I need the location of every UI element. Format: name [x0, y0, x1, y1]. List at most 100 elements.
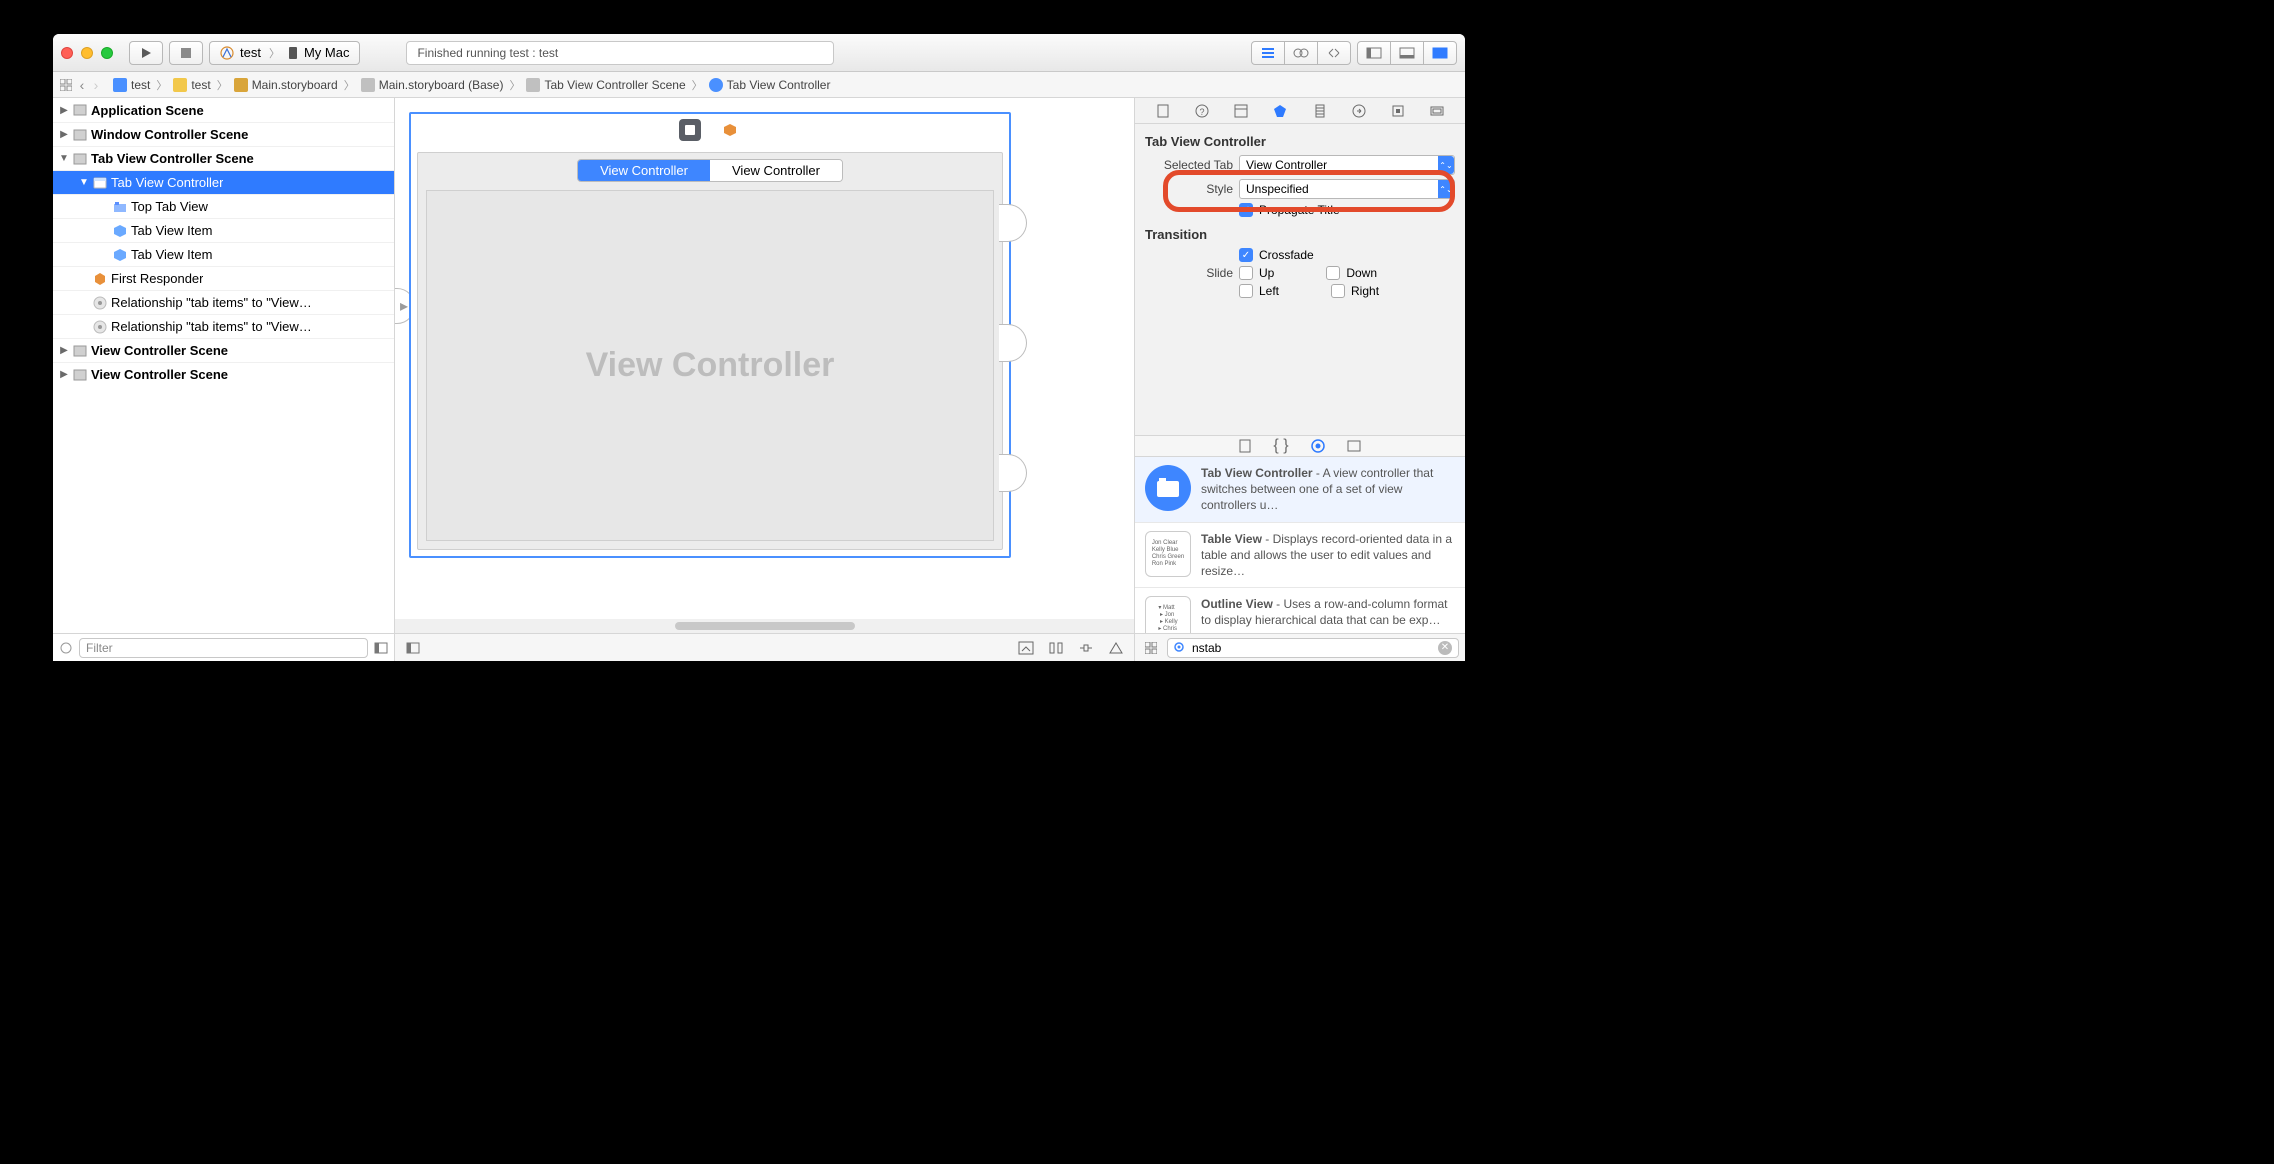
library-item[interactable]: Jon ClearKelly BlueChris GreenRon PinkTa…	[1135, 523, 1465, 589]
style-popup[interactable]: Unspecified⌃⌄	[1239, 179, 1455, 199]
tab-1[interactable]: View Controller	[710, 160, 842, 181]
view-controller-icon[interactable]	[679, 119, 701, 141]
stop-button[interactable]	[169, 41, 203, 65]
forward-button[interactable]: ›	[89, 78, 103, 92]
embed-in-button[interactable]	[1016, 639, 1036, 657]
crumb-controller[interactable]: Tab View Controller	[707, 78, 833, 92]
device-icon	[288, 46, 298, 60]
outline-row[interactable]: Top Tab View	[53, 194, 394, 218]
object-library-tab[interactable]	[1311, 439, 1325, 453]
outline-row[interactable]: Relationship "tab items" to "View…	[53, 290, 394, 314]
run-button[interactable]	[129, 41, 163, 65]
crumb-folder[interactable]: test	[171, 78, 212, 92]
first-responder-icon[interactable]	[719, 119, 741, 141]
outline-row[interactable]: Tab View Item	[53, 242, 394, 266]
activity-status: Finished running test : test	[406, 41, 833, 65]
connections-inspector-tab[interactable]	[1349, 102, 1369, 120]
toggle-utilities-button[interactable]	[1423, 41, 1457, 65]
slide-label: Slide	[1145, 266, 1233, 280]
xcode-window: test 〉 My Mac Finished running test : te…	[53, 34, 1465, 661]
file-template-tab[interactable]	[1239, 439, 1251, 453]
slide-right-checkbox[interactable]	[1331, 284, 1345, 298]
standard-editor-button[interactable]	[1251, 41, 1285, 65]
assistant-editor-button[interactable]	[1284, 41, 1318, 65]
propagate-title-checkbox[interactable]: ✓	[1239, 203, 1253, 217]
inspector-body: Tab View Controller Selected Tab View Co…	[1135, 124, 1465, 435]
toggle-navigator-button[interactable]	[1357, 41, 1391, 65]
identity-inspector-tab[interactable]	[1231, 102, 1251, 120]
outline-row[interactable]: Tab View Item	[53, 218, 394, 242]
crumb-scene[interactable]: Tab View Controller Scene	[524, 78, 687, 92]
size-inspector-tab[interactable]	[1310, 102, 1330, 120]
tab-content: View Controller	[426, 190, 994, 541]
back-button[interactable]: ‹	[75, 78, 89, 92]
close-window-button[interactable]	[61, 47, 73, 59]
outline-row[interactable]: ▶Window Controller Scene	[53, 122, 394, 146]
media-library-tab[interactable]	[1347, 440, 1361, 452]
library-item[interactable]: Tab View Controller - A view controller …	[1135, 457, 1465, 523]
resolve-issues-button[interactable]	[1106, 639, 1126, 657]
tab-view-controller[interactable]: View Controller View Controller View Con…	[409, 112, 1011, 558]
bindings-inspector-tab[interactable]	[1388, 102, 1408, 120]
minimize-window-button[interactable]	[81, 47, 93, 59]
outline-filter-input[interactable]: Filter	[79, 638, 368, 658]
scheme-destination: My Mac	[304, 45, 350, 60]
code-snippet-tab[interactable]: { }	[1273, 437, 1288, 455]
slide-left-checkbox[interactable]	[1239, 284, 1253, 298]
library-search[interactable]: nstab ✕	[1167, 638, 1459, 658]
outline-row[interactable]: ▼Tab View Controller Scene	[53, 146, 394, 170]
crumb-storyboard-base[interactable]: Main.storyboard (Base)	[359, 78, 506, 92]
toggle-outline-button[interactable]	[374, 641, 388, 655]
content-placeholder: View Controller	[586, 346, 835, 385]
outline-row[interactable]: Relationship "tab items" to "View…	[53, 314, 394, 338]
outline-row[interactable]: ▶View Controller Scene	[53, 362, 394, 386]
crossfade-checkbox[interactable]: ✓	[1239, 248, 1253, 262]
selected-tab-popup[interactable]: View Controller⌃⌄	[1239, 155, 1455, 175]
tab-view-body: View Controller View Controller View Con…	[417, 152, 1003, 550]
main-body: ▶Application Scene▶Window Controller Sce…	[53, 98, 1465, 661]
clear-search-button[interactable]: ✕	[1438, 641, 1452, 655]
transition-section-title: Transition	[1145, 227, 1455, 242]
crumb-project[interactable]: test	[111, 78, 152, 92]
connection-handle-3[interactable]	[999, 454, 1027, 492]
library-tabs: { }	[1135, 435, 1465, 457]
connection-handle-1[interactable]	[999, 204, 1027, 242]
panel-toggle-segment	[1357, 41, 1457, 65]
library-item[interactable]: ▾ Matt ▸ Jon ▸ Kelly▸ ChrisOutline View …	[1135, 588, 1465, 633]
scheme-selector[interactable]: test 〉 My Mac	[209, 41, 360, 65]
editor-mode-segment	[1251, 41, 1351, 65]
outline-row[interactable]: ▶View Controller Scene	[53, 338, 394, 362]
app-icon	[220, 46, 234, 60]
effects-inspector-tab[interactable]	[1427, 102, 1447, 120]
toggle-outline-button-2[interactable]	[403, 639, 423, 657]
related-items-icon[interactable]	[59, 78, 73, 92]
slide-up-checkbox[interactable]	[1239, 266, 1253, 280]
attributes-inspector-tab[interactable]	[1270, 102, 1290, 120]
outline-row[interactable]: ▶Application Scene	[53, 98, 394, 122]
library-list[interactable]: Tab View Controller - A view controller …	[1135, 457, 1465, 633]
tab-0[interactable]: View Controller	[578, 160, 710, 181]
canvas-toolbar	[395, 633, 1134, 661]
outline-list[interactable]: ▶Application Scene▶Window Controller Sce…	[53, 98, 394, 633]
document-outline: ▶Application Scene▶Window Controller Sce…	[53, 98, 395, 661]
help-inspector-tab[interactable]: ?	[1192, 102, 1212, 120]
align-button[interactable]	[1046, 639, 1066, 657]
toggle-debug-button[interactable]	[1390, 41, 1424, 65]
canvas-viewport[interactable]: ▸ View Controller View Controller	[395, 98, 1134, 619]
crossfade-label: Crossfade	[1259, 248, 1314, 262]
file-inspector-tab[interactable]	[1153, 102, 1173, 120]
jump-bar: ‹ › test〉 test〉 Main.storyboard〉 Main.st…	[53, 72, 1465, 98]
canvas-scrollbar[interactable]	[395, 619, 1134, 633]
zoom-window-button[interactable]	[101, 47, 113, 59]
window-controls	[61, 47, 113, 59]
tab-segment: View Controller View Controller	[418, 159, 1002, 182]
pin-button[interactable]	[1076, 639, 1096, 657]
crumb-storyboard[interactable]: Main.storyboard	[232, 78, 340, 92]
outline-row[interactable]: First Responder	[53, 266, 394, 290]
version-editor-button[interactable]	[1317, 41, 1351, 65]
grid-icon-view-button[interactable]	[1141, 639, 1161, 657]
outline-row[interactable]: ▼Tab View Controller	[53, 170, 394, 194]
connection-handle-2[interactable]	[999, 324, 1027, 362]
slide-down-checkbox[interactable]	[1326, 266, 1340, 280]
propagate-title-label: Propagate Title	[1259, 203, 1340, 217]
